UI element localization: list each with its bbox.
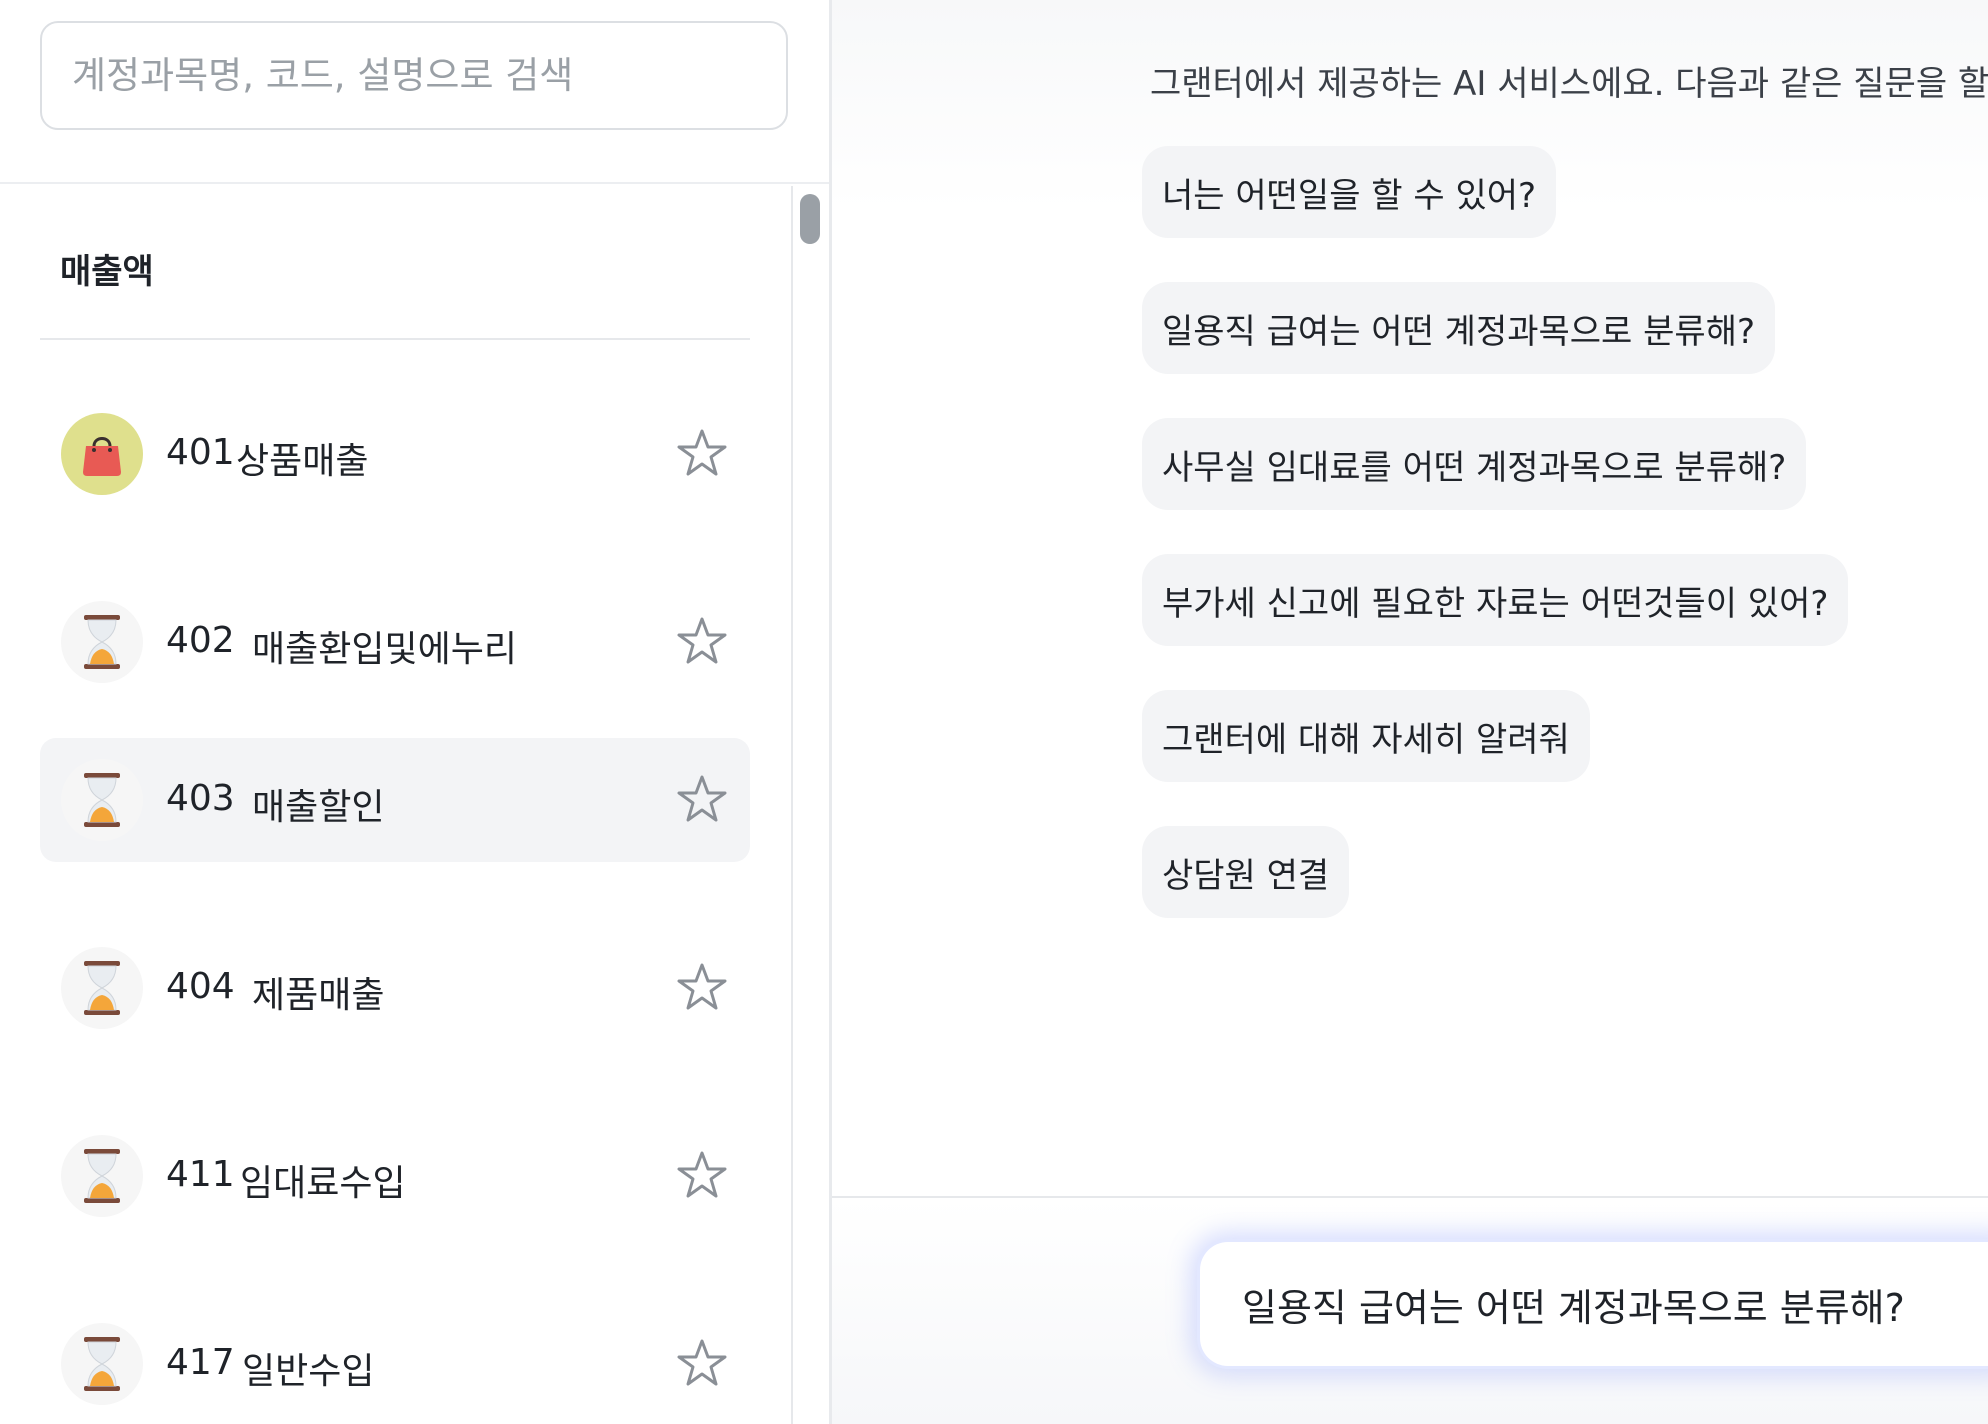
star-icon[interactable] [676, 962, 728, 1014]
account-name: 상품매출 [236, 441, 369, 482]
suggestion-chip[interactable]: 일용직 급여는 어떤 계정과목으로 분류해? [1142, 282, 1776, 374]
suggestion-chip[interactable]: 너는 어떤일을 할 수 있어? [1142, 146, 1557, 238]
account-name: 매출할인 [252, 787, 385, 828]
star-icon[interactable] [676, 428, 728, 480]
hourglass-icon [61, 1135, 143, 1217]
hourglass-icon [61, 1323, 143, 1405]
account-name: 매출환입및에누리 [252, 629, 517, 670]
account-code: 411 [166, 1154, 235, 1195]
hourglass-icon [61, 601, 143, 683]
suggestion-chip[interactable]: 부가세 신고에 필요한 자료는 어떤것들이 있어? [1142, 554, 1849, 646]
account-list-panel: 매출액 401 상품매출 [0, 0, 829, 1424]
account-row-402[interactable]: 402 매출환입및에누리 [40, 580, 750, 704]
account-code: 402 [166, 620, 235, 661]
chat-composer [832, 1196, 1988, 1424]
section-title: 매출액 [60, 252, 154, 292]
chat-intro-text: 그랜터에서 제공하는 AI 서비스에요. 다음과 같은 질문을 할 [1150, 64, 1988, 104]
suggestion-chip[interactable]: 사무실 임대료를 어떤 계정과목으로 분류해? [1142, 418, 1807, 510]
search-bar [0, 0, 829, 184]
account-name: 제품매출 [252, 975, 385, 1016]
account-row-417[interactable]: 417 일반수입 [40, 1302, 750, 1424]
account-code: 401 [166, 432, 235, 473]
account-name: 일반수입 [242, 1351, 375, 1392]
account-search-input[interactable] [40, 21, 788, 130]
star-icon[interactable] [676, 774, 728, 826]
section-divider [40, 338, 750, 340]
app-window: 매출액 401 상품매출 [0, 0, 1988, 1424]
account-code: 403 [166, 778, 235, 819]
ai-chat-panel: 그랜터에서 제공하는 AI 서비스에요. 다음과 같은 질문을 할 너는 어떤일… [832, 0, 1988, 1424]
account-row-401[interactable]: 401 상품매출 [40, 392, 750, 516]
scrollbar-track [791, 186, 793, 1424]
star-icon[interactable] [676, 1150, 728, 1202]
account-row-403[interactable]: 403 매출할인 [40, 738, 750, 862]
account-row-404[interactable]: 404 제품매출 [40, 926, 750, 1050]
suggestion-chip[interactable]: 그랜터에 대해 자세히 알려줘 [1142, 690, 1590, 782]
shopping-bag-icon [61, 413, 143, 495]
connect-agent-chip[interactable]: 상담원 연결 [1142, 826, 1350, 918]
star-icon[interactable] [676, 616, 728, 668]
account-code: 417 [166, 1342, 235, 1383]
star-icon[interactable] [676, 1338, 728, 1390]
account-list[interactable]: 매출액 401 상품매출 402 매출환입및에누리 403 매출할인 404 제… [0, 186, 829, 1424]
account-code: 404 [166, 966, 235, 1007]
hourglass-icon [61, 947, 143, 1029]
hourglass-icon [61, 759, 143, 841]
account-name: 임대료수입 [240, 1163, 406, 1204]
account-row-411[interactable]: 411 임대료수입 [40, 1114, 750, 1238]
chat-message-input[interactable] [1200, 1242, 1988, 1366]
scrollbar-thumb[interactable] [800, 194, 820, 244]
